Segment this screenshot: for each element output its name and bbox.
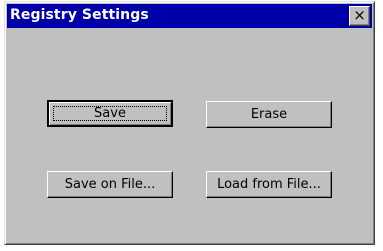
save-button[interactable]: Save [47, 100, 173, 127]
save-button-label: Save [94, 106, 126, 121]
dialog-title: Registry Settings [10, 7, 149, 23]
save-on-file-button-label: Save on File... [64, 177, 156, 192]
erase-button-label: Erase [250, 107, 288, 122]
save-on-file-button[interactable]: Save on File... [47, 171, 173, 198]
close-button[interactable]: × [349, 6, 370, 26]
close-icon: × [353, 6, 366, 24]
load-from-file-button[interactable]: Load from File... [206, 171, 332, 198]
title-bar: Registry Settings × [7, 4, 372, 28]
registry-settings-dialog: Registry Settings × Save Erase Save on F… [4, 1, 375, 245]
erase-button[interactable]: Erase [206, 101, 332, 128]
load-from-file-button-label: Load from File... [217, 177, 321, 192]
